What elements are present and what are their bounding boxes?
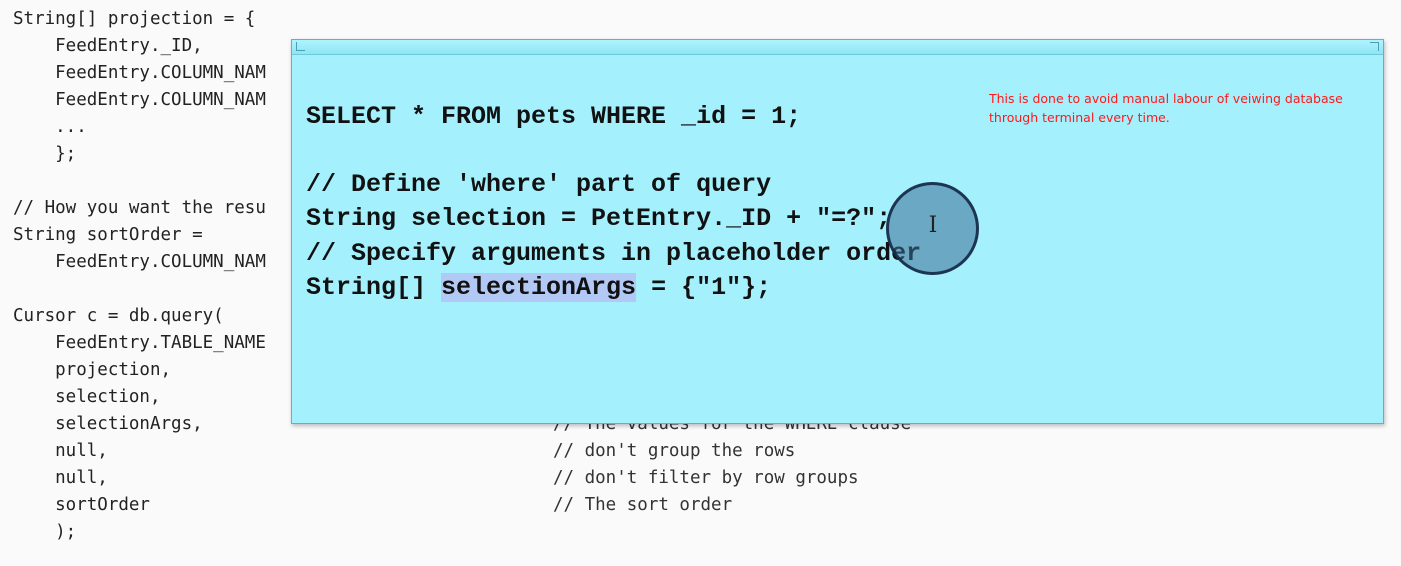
code-line: );: [0, 519, 1401, 546]
code-text: FeedEntry._ID,: [13, 36, 203, 56]
popup-titlebar[interactable]: [292, 40, 1383, 55]
selection-args-suffix: = {"1"};: [636, 273, 772, 302]
selection-line: String selection = PetEntry._ID + "=?";: [306, 204, 892, 233]
code-text: Cursor c = db.query(: [13, 306, 224, 326]
code-text: null,: [13, 441, 108, 461]
annotation-note: This is done to avoid manual labour of v…: [989, 91, 1343, 125]
code-text: null,: [13, 468, 108, 488]
selection-args-prefix: String[]: [306, 273, 442, 302]
mouse-cursor-highlight: I: [886, 182, 979, 275]
code-text: String[] projection = {: [13, 9, 256, 29]
selection-args-line: String[] selectionArgs = {"1"};: [306, 271, 771, 305]
code-text: String sortOrder =: [13, 225, 203, 245]
code-line: sortOrder // The sort order: [0, 492, 1401, 519]
code-text: selection,: [13, 387, 161, 407]
expand-corner-icon[interactable]: [1370, 42, 1379, 51]
code-text: );: [13, 522, 77, 542]
code-text: FeedEntry.COLUMN_NAM: [13, 90, 266, 110]
code-text: FeedEntry.COLUMN_NAM: [13, 63, 266, 83]
code-popup-window[interactable]: SELECT * FROM pets WHERE _id = 1; // Def…: [291, 39, 1384, 424]
resize-corner-icon[interactable]: [296, 42, 305, 51]
code-comment: // don't filter by row groups: [553, 468, 859, 488]
code-text: };: [13, 144, 77, 164]
text-cursor-icon: I: [928, 213, 938, 238]
code-text: projection,: [13, 360, 172, 380]
code-comment: // don't group the rows: [553, 441, 796, 461]
code-comment: // The sort order: [553, 495, 733, 515]
code-line: String[] projection = {: [0, 6, 1401, 33]
code-text: ...: [13, 117, 87, 137]
code-text: FeedEntry.COLUMN_NAM: [13, 252, 266, 272]
code-text: FeedEntry.TABLE_NAME: [13, 333, 266, 353]
code-text: // How you want the resu: [13, 198, 266, 218]
code-text: sortOrder: [13, 495, 150, 515]
code-text: selectionArgs,: [13, 414, 203, 434]
comment-where-line: // Define 'where' part of query: [306, 170, 772, 199]
comment-arguments-line: // Specify arguments in placeholder orde…: [306, 239, 922, 268]
sql-query-line: SELECT * FROM pets WHERE _id = 1;: [306, 102, 802, 131]
code-line: null, // don't filter by row groups: [0, 465, 1401, 492]
selected-text-highlight[interactable]: selectionArgs: [441, 273, 637, 302]
code-line: null, // don't group the rows: [0, 438, 1401, 465]
